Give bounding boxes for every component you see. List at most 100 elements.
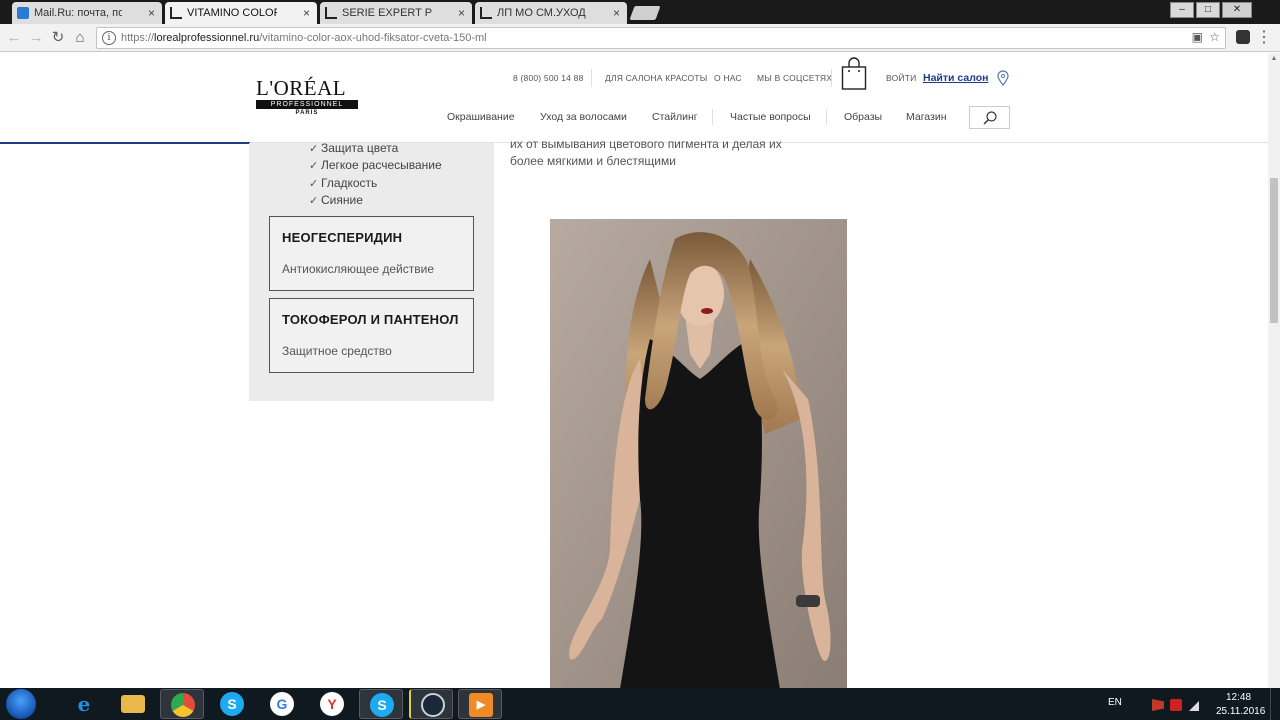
taskbar-app-steam[interactable] xyxy=(409,689,453,719)
nav-item-faq[interactable]: Частые вопросы xyxy=(730,111,811,123)
ingredient-desc: Антиокисляющее действие xyxy=(282,262,435,276)
home-icon[interactable]: ⌂ xyxy=(70,28,90,48)
logo-sub: PROFESSIONNEL xyxy=(256,100,358,109)
taskbar-app-media[interactable]: ▶ xyxy=(458,689,502,719)
reload-icon[interactable]: ↻ xyxy=(48,28,68,48)
product-description: их от вымывания цветового пигмента и дел… xyxy=(510,136,782,170)
tab-close-icon[interactable]: × xyxy=(458,2,465,24)
info-icon[interactable]: i xyxy=(102,31,116,45)
taskbar-app-skype-2[interactable]: S xyxy=(359,689,403,719)
search-button[interactable] xyxy=(969,106,1010,129)
tab-title: SERIE EXPERT PRO-KERA xyxy=(342,7,432,19)
back-arrow-icon[interactable]: ← xyxy=(4,28,24,48)
nav-item-styling[interactable]: Стайлинг xyxy=(652,111,698,123)
loreal-logo[interactable]: L'ORÉAL PROFESSIONNEL PARIS xyxy=(256,78,358,116)
check-icon: ✓ xyxy=(309,160,319,172)
nav-item-coloring[interactable]: Окрашивание xyxy=(447,111,515,123)
windows-taskbar: e S G Y S ▶ EN 12:48 25.11.2016 xyxy=(0,688,1280,720)
phone-link[interactable]: 8 (800) 500 14 88 xyxy=(513,73,584,83)
forward-arrow-icon[interactable]: → xyxy=(26,28,46,48)
social-link[interactable]: МЫ В СОЦСЕТЯХ xyxy=(757,73,832,83)
clock-time[interactable]: 12:48 xyxy=(1226,692,1251,703)
product-benefits-panel: ✓ Защита цвета ✓ Легкое расчесывание ✓ Глад… xyxy=(249,141,494,401)
google-icon: G xyxy=(270,692,294,716)
benefit-item: ✓ Защита цвета xyxy=(309,141,399,155)
taskbar-app-google[interactable]: G xyxy=(260,689,304,719)
for-salon-link[interactable]: ДЛЯ САЛОНА КРАСОТЫ xyxy=(605,73,707,83)
benefit-item: ✓ Сияние xyxy=(309,193,363,207)
tab-title: VITAMINO COLOR AOX xyxy=(187,7,277,19)
browser-tab-active[interactable]: VITAMINO COLOR AOX × xyxy=(165,2,317,24)
maximize-button[interactable]: □ xyxy=(1196,2,1220,18)
scroll-up-icon[interactable]: ▲ xyxy=(1268,53,1280,65)
about-link[interactable]: О НАС xyxy=(714,73,742,83)
benefit-item: ✓ Легкое расчесывание xyxy=(309,158,442,172)
tab-title: Mail.Ru: почта, поиск в xyxy=(34,7,122,19)
search-icon xyxy=(983,111,997,125)
ingredient-desc: Защитное средство xyxy=(282,344,392,358)
check-icon: ✓ xyxy=(309,143,319,155)
taskbar-app-explorer[interactable] xyxy=(111,689,155,719)
extension-icon[interactable] xyxy=(1236,30,1250,44)
browser-toolbar: ← → ↻ ⌂ i https://lorealprofessionnel.ru… xyxy=(0,24,1280,52)
loreal-favicon-icon xyxy=(480,7,492,19)
chrome-icon xyxy=(171,693,195,717)
ingredient-card: ТОКОФЕРОЛ И ПАНТЕНОЛ Защитное средство xyxy=(269,298,474,373)
browser-tab[interactable]: ЛП МО СМ.УХОД Д/ПЛ × xyxy=(475,2,627,24)
minimize-button[interactable]: – xyxy=(1170,2,1194,18)
loreal-favicon-icon xyxy=(170,7,182,19)
close-window-button[interactable]: ✕ xyxy=(1222,2,1252,18)
browser-tab[interactable]: SERIE EXPERT PRO-KERA × xyxy=(320,2,472,24)
url-text: https://lorealprofessionnel.ru/vitamino-… xyxy=(121,32,487,44)
tab-title: ЛП МО СМ.УХОД Д/ПЛ xyxy=(497,7,587,19)
nav-item-shop[interactable]: Магазин xyxy=(906,111,947,123)
divider xyxy=(826,109,827,125)
description-line: их от вымывания цветового пигмента и дел… xyxy=(510,137,782,151)
skype-icon: S xyxy=(220,692,244,716)
cast-icon[interactable]: ▣ xyxy=(1192,30,1203,44)
antivirus-icon[interactable] xyxy=(1170,699,1182,711)
browser-tab-strip: Mail.Ru: почта, поиск в × VITAMINO COLOR… xyxy=(0,0,1280,24)
network-icon[interactable] xyxy=(1189,701,1199,711)
skype-icon: S xyxy=(370,693,394,717)
new-tab-button[interactable] xyxy=(629,6,661,20)
scrollbar-thumb[interactable] xyxy=(1270,178,1278,323)
tab-close-icon[interactable]: × xyxy=(148,2,155,24)
benefit-item: ✓ Гладкость xyxy=(309,176,378,190)
location-pin-icon[interactable] xyxy=(997,70,1009,86)
mailru-favicon-icon xyxy=(17,7,29,19)
nav-item-looks[interactable]: Образы xyxy=(844,111,882,123)
tab-close-icon[interactable]: × xyxy=(303,2,310,24)
taskbar-app-chrome[interactable] xyxy=(160,689,204,719)
start-button[interactable] xyxy=(6,689,36,719)
address-bar[interactable]: i https://lorealprofessionnel.ru/vitamin… xyxy=(96,27,1226,49)
browser-tab[interactable]: Mail.Ru: почта, поиск в × xyxy=(12,2,162,24)
header-accent-line xyxy=(0,142,250,144)
nav-item-haircare[interactable]: Уход за волосами xyxy=(540,111,627,123)
shopping-bag-icon[interactable] xyxy=(841,57,867,91)
taskbar-app-ie[interactable]: e xyxy=(62,689,106,719)
internet-explorer-icon: e xyxy=(77,692,91,716)
show-desktop-button[interactable] xyxy=(1270,688,1280,720)
language-indicator[interactable]: EN xyxy=(1108,697,1122,708)
bookmark-star-icon[interactable]: ☆ xyxy=(1209,30,1220,44)
clock-date[interactable]: 25.11.2016 xyxy=(1216,706,1265,717)
media-player-icon: ▶ xyxy=(469,693,493,717)
divider xyxy=(712,109,713,125)
logo-brand: L'ORÉAL xyxy=(256,76,347,100)
description-line: более мягкими и блестящими xyxy=(510,154,676,168)
logo-paris: PARIS xyxy=(295,110,319,116)
loreal-favicon-icon xyxy=(325,7,337,19)
login-link[interactable]: ВОЙТИ xyxy=(886,73,916,83)
page-scrollbar[interactable]: ▲ xyxy=(1268,53,1280,688)
find-salon-link[interactable]: Найти салон xyxy=(923,72,989,84)
divider xyxy=(591,69,592,87)
check-icon: ✓ xyxy=(309,195,319,207)
ingredient-card: НЕОГЕСПЕРИДИН Антиокисляющее действие xyxy=(269,216,474,291)
tab-close-icon[interactable]: × xyxy=(613,2,620,24)
chrome-menu-icon[interactable]: ⋮ xyxy=(1254,28,1274,48)
flag-icon[interactable] xyxy=(1152,699,1164,711)
taskbar-app-yandex[interactable]: Y xyxy=(310,689,354,719)
yandex-icon: Y xyxy=(320,692,344,716)
taskbar-app-skype[interactable]: S xyxy=(210,689,254,719)
